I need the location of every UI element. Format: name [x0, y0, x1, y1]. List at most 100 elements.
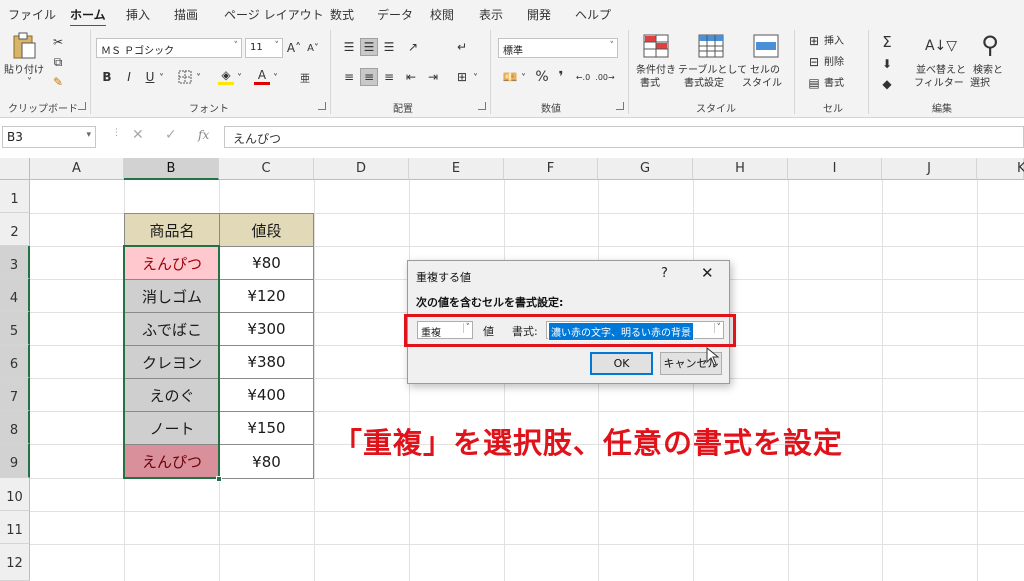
column-header-i[interactable]: I	[788, 158, 882, 180]
decrease-decimal-icon[interactable]: .00→	[595, 68, 614, 86]
comma-icon[interactable]: ❜	[554, 68, 568, 86]
align-center-icon[interactable]: ≡	[360, 68, 378, 86]
increase-indent-icon[interactable]: ⇥	[424, 68, 442, 86]
paste-label[interactable]: 貼り付け	[4, 64, 44, 77]
sum-icon[interactable]: Σ	[878, 33, 896, 51]
paste-button[interactable]	[10, 32, 38, 60]
insert-cells-label[interactable]: 挿入	[824, 35, 844, 48]
tab-data[interactable]: データ	[377, 6, 413, 23]
chevron-down-icon[interactable]: ˅	[237, 72, 242, 85]
tab-page-layout[interactable]: ページ レイアウト	[224, 6, 324, 23]
cell-styles-icon[interactable]	[752, 32, 780, 60]
close-icon[interactable]: ✕	[701, 264, 714, 282]
tab-draw[interactable]: 描画	[174, 6, 198, 23]
sort-filter-label-2[interactable]: フィルター	[914, 77, 964, 90]
row-header-5[interactable]: 5	[0, 312, 30, 345]
chevron-down-icon[interactable]: ˅	[196, 72, 201, 85]
table-cell-name[interactable]: 消しゴム	[124, 279, 220, 313]
table-cell-price[interactable]: ¥80	[219, 444, 314, 479]
row-header-10[interactable]: 10	[0, 478, 30, 511]
tab-file[interactable]: ファイル	[8, 6, 56, 23]
table-cell-name[interactable]: ふでばこ	[124, 312, 220, 346]
ok-button[interactable]: OK	[590, 352, 653, 375]
insert-cells-icon[interactable]: ⊞	[806, 34, 822, 48]
row-header-8[interactable]: 8	[0, 411, 30, 444]
tab-formulas[interactable]: 数式	[330, 6, 354, 23]
table-header-price[interactable]: 値段	[219, 213, 314, 247]
conditional-format-label-2[interactable]: 書式	[640, 77, 660, 90]
clipboard-launcher-icon[interactable]	[78, 102, 86, 110]
borders-icon[interactable]	[176, 68, 194, 86]
format-painter-icon[interactable]: ✎	[50, 74, 66, 90]
number-launcher-icon[interactable]	[616, 102, 624, 110]
column-header-h[interactable]: H	[693, 158, 788, 180]
row-header-11[interactable]: 11	[0, 511, 30, 544]
bold-button[interactable]: B	[100, 68, 114, 86]
formula-input[interactable]: えんぴつ	[224, 126, 1024, 148]
table-format-icon[interactable]	[697, 32, 725, 60]
sort-filter-label-1[interactable]: 並べ替えと	[916, 64, 966, 77]
tab-review[interactable]: 校閲	[430, 6, 454, 23]
cell-styles-label-2[interactable]: スタイル	[742, 77, 782, 90]
table-cell-price[interactable]: ¥400	[219, 378, 314, 412]
column-header-g[interactable]: G	[598, 158, 693, 180]
align-right-icon[interactable]: ≡	[380, 68, 398, 86]
merge-icon[interactable]: ⊞	[453, 68, 471, 86]
tab-help[interactable]: ヘルプ	[575, 6, 611, 23]
row-header-2[interactable]: 2	[0, 213, 30, 246]
font-size-combo[interactable]: 11 ˅	[245, 38, 283, 58]
increase-decimal-icon[interactable]: ←.0	[574, 68, 592, 86]
conditional-format-icon[interactable]	[642, 32, 670, 60]
column-header-f[interactable]: F	[504, 158, 598, 180]
table-header-name[interactable]: 商品名	[124, 213, 220, 247]
column-header-c[interactable]: C	[219, 158, 314, 180]
table-cell-price[interactable]: ¥380	[219, 345, 314, 379]
row-header-7[interactable]: 7	[0, 378, 30, 411]
row-header-9[interactable]: 9	[0, 444, 30, 478]
chevron-down-icon[interactable]: ˅	[521, 72, 526, 85]
table-cell-name-duplicate[interactable]: えんぴつ	[124, 444, 220, 479]
row-header-12[interactable]: 12	[0, 544, 30, 581]
font-color-icon[interactable]: A	[253, 66, 271, 86]
find-label-1[interactable]: 検索と	[973, 64, 1003, 77]
decrease-indent-icon[interactable]: ⇤	[402, 68, 420, 86]
column-header-k[interactable]: K	[977, 158, 1024, 180]
find-icon[interactable]: ⚲	[976, 30, 1004, 60]
font-launcher-icon[interactable]	[318, 102, 326, 110]
copy-icon[interactable]: ⧉	[50, 54, 66, 70]
percent-icon[interactable]: %	[534, 68, 550, 86]
table-cell-price[interactable]: ¥80	[219, 246, 314, 280]
fill-color-icon[interactable]: ◈	[217, 66, 235, 86]
chevron-down-icon[interactable]: ˅	[27, 76, 32, 89]
check-icon[interactable]: ✓	[165, 127, 177, 143]
alignment-launcher-icon[interactable]	[478, 102, 486, 110]
wrap-text-icon[interactable]: ↵	[453, 38, 471, 56]
tab-home[interactable]: ホーム	[70, 6, 106, 28]
column-header-e[interactable]: E	[409, 158, 504, 180]
fx-icon[interactable]: fx	[198, 128, 209, 142]
row-header-3[interactable]: 3	[0, 246, 30, 279]
column-header-d[interactable]: D	[314, 158, 409, 180]
row-header-1[interactable]: 1	[0, 180, 30, 213]
delete-cells-icon[interactable]: ⊟	[806, 55, 822, 69]
chevron-down-icon[interactable]: ˅	[273, 72, 278, 85]
cell-styles-label-1[interactable]: セルの	[750, 64, 780, 77]
align-left-icon[interactable]: ≡	[340, 68, 358, 86]
currency-icon[interactable]: 💴	[500, 68, 520, 86]
chevron-down-icon[interactable]: ˅	[473, 72, 478, 85]
orientation-icon[interactable]: ↗	[402, 38, 424, 56]
tab-developer[interactable]: 開発	[527, 6, 551, 23]
name-box[interactable]: B3 ▾	[2, 126, 96, 148]
row-header-6[interactable]: 6	[0, 345, 30, 378]
underline-button[interactable]: U	[143, 68, 157, 86]
phonetic-icon[interactable]: 亜	[292, 68, 318, 86]
table-cell-name-duplicate[interactable]: えんぴつ	[124, 246, 220, 280]
clear-icon[interactable]: ◆	[878, 76, 896, 92]
fill-icon[interactable]: ⬇	[878, 56, 896, 72]
align-bottom-icon[interactable]: ☰	[380, 38, 398, 56]
help-icon[interactable]: ?	[661, 266, 668, 281]
grow-font-button[interactable]: A˄	[286, 39, 302, 57]
chevron-down-icon[interactable]: ˅	[159, 72, 164, 85]
cancel-icon[interactable]: ✕	[132, 127, 144, 143]
table-cell-name[interactable]: クレヨン	[124, 345, 220, 379]
